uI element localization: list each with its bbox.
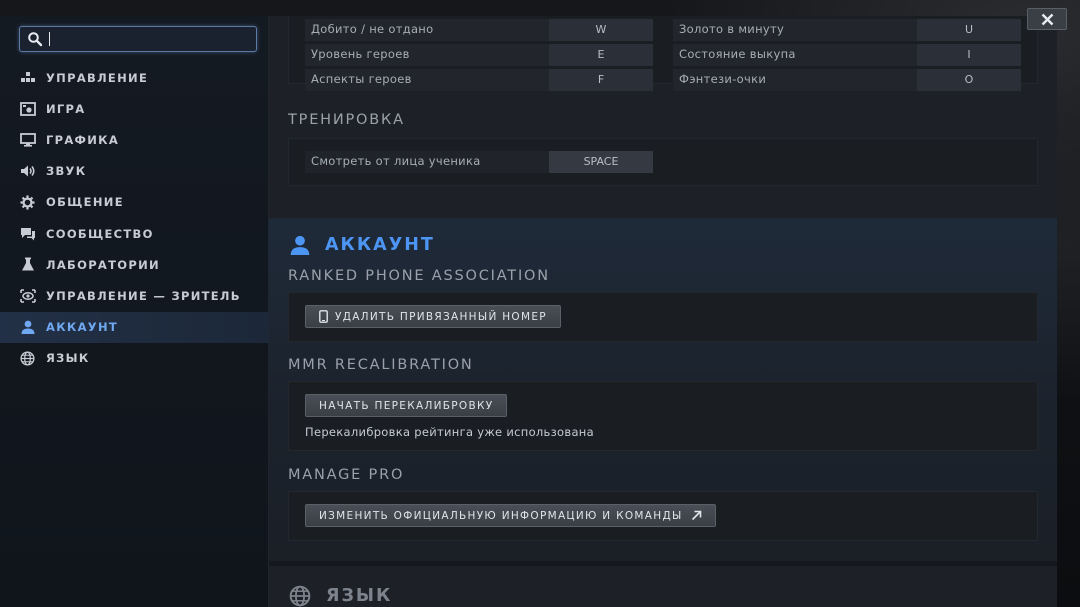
training-section-title: ТРЕНИРОВКА <box>288 112 405 128</box>
keybind-label: Золото в минуту <box>679 22 785 36</box>
settings-nav: УПРАВЛЕНИЕ ИГРА ГРАФИКА ЗВУК ОБЩЕНИЕ СОО… <box>0 62 269 374</box>
manage-pro-title: MANAGE PRO <box>288 467 405 483</box>
ranked-phone-panel: УДАЛИТЬ ПРИВЯЗАННЫЙ НОМЕР <box>288 292 1038 342</box>
sidebar-item-social[interactable]: ОБЩЕНИЕ <box>0 187 269 218</box>
settings-content: Добито / не отдано W Уровень героев E Ас… <box>269 16 1057 607</box>
sidebar-item-label: ЗВУК <box>46 164 87 179</box>
sidebar-item-community[interactable]: СООБЩЕСТВО <box>0 218 269 249</box>
sidebar-item-label: ГРАФИКА <box>46 132 120 147</box>
search-input[interactable] <box>19 26 257 52</box>
account-section: АККАУНТ RANKED PHONE ASSOCIATION УДАЛИТЬ… <box>269 218 1057 561</box>
start-recalibration-button[interactable]: НАЧАТЬ ПЕРЕКАЛИБРОВКУ <box>305 394 508 417</box>
sidebar-item-labs[interactable]: ЛАБОРАТОРИИ <box>0 249 269 280</box>
button-label: УДАЛИТЬ ПРИВЯЗАННЫЙ НОМЕР <box>335 310 547 323</box>
sidebar-item-sound[interactable]: ЗВУК <box>0 156 269 187</box>
external-link-icon <box>691 510 701 521</box>
keybind-label: Аспекты героев <box>311 72 412 86</box>
account-title: АККАУНТ <box>325 235 435 255</box>
keybind-key[interactable]: O <box>917 69 1021 91</box>
remove-phone-button[interactable]: УДАЛИТЬ ПРИВЯЗАННЫЙ НОМЕР <box>305 305 561 328</box>
controls-icon <box>19 69 36 86</box>
language-section-header: ЯЗЫК <box>289 585 392 607</box>
speaker-icon <box>19 163 36 180</box>
keybind-label: Добито / не отдано <box>311 22 434 36</box>
sidebar-item-label: ЯЗЫК <box>46 351 90 366</box>
account-section-header: АККАУНТ <box>290 235 435 255</box>
keybind-label: Уровень героев <box>311 47 410 61</box>
sidebar-item-game[interactable]: ИГРА <box>0 93 269 124</box>
keybind-label: Смотреть от лица ученика <box>311 154 481 168</box>
keybind-row: Состояние выкупа I <box>673 44 1021 66</box>
manage-pro-panel: ИЗМЕНИТЬ ОФИЦИАЛЬНУЮ ИНФОРМАЦИЮ И КОМАНД… <box>288 491 1038 541</box>
settings-sidebar: УПРАВЛЕНИЕ ИГРА ГРАФИКА ЗВУК ОБЩЕНИЕ СОО… <box>0 16 269 607</box>
chat-icon <box>19 225 36 242</box>
ranked-phone-title: RANKED PHONE ASSOCIATION <box>288 268 550 284</box>
hud-keybind-panel: Добито / не отдано W Уровень героев E Ас… <box>288 16 1038 91</box>
keybind-key[interactable]: SPACE <box>549 151 653 173</box>
sidebar-item-label: ИГРА <box>46 101 86 116</box>
recalibration-note: Перекалибровка рейтинга уже использована <box>305 425 594 439</box>
close-icon <box>1041 13 1053 25</box>
flask-icon <box>19 256 36 273</box>
edit-pro-info-button[interactable]: ИЗМЕНИТЬ ОФИЦИАЛЬНУЮ ИНФОРМАЦИЮ И КОМАНД… <box>305 504 716 527</box>
eye-icon <box>19 287 36 304</box>
mmr-panel: НАЧАТЬ ПЕРЕКАЛИБРОВКУ Перекалибровка рей… <box>288 381 1038 451</box>
keybind-key[interactable]: U <box>917 19 1021 41</box>
keybind-row: Уровень героев E <box>305 44 653 66</box>
sidebar-item-label: АККАУНТ <box>46 320 119 335</box>
keybind-row: Аспекты героев F <box>305 69 653 91</box>
keybind-label: Фэнтези-очки <box>679 72 767 86</box>
language-title: ЯЗЫК <box>326 586 393 606</box>
keybind-row: Смотреть от лица ученика SPACE <box>305 151 653 173</box>
sidebar-item-controls[interactable]: УПРАВЛЕНИЕ <box>0 62 269 93</box>
sidebar-item-label: ОБЩЕНИЕ <box>46 195 124 210</box>
user-icon <box>19 319 36 336</box>
keybind-key[interactable]: E <box>549 44 653 66</box>
search-icon <box>28 32 43 47</box>
sidebar-item-label: ЛАБОРАТОРИИ <box>46 257 160 272</box>
keybind-label: Состояние выкупа <box>679 47 796 61</box>
keybind-row: Золото в минуту U <box>673 19 1021 41</box>
gear-icon <box>19 194 36 211</box>
sidebar-item-label: УПРАВЛЕНИЕ <box>46 70 149 85</box>
globe-icon <box>289 585 311 607</box>
keybind-key[interactable]: I <box>917 44 1021 66</box>
monitor-icon <box>19 131 36 148</box>
keybind-row: Добито / не отдано W <box>305 19 653 41</box>
training-panel: Смотреть от лица ученика SPACE <box>288 138 1038 186</box>
button-label: НАЧАТЬ ПЕРЕКАЛИБРОВКУ <box>319 399 494 412</box>
keybind-row: Фэнтези-очки O <box>673 69 1021 91</box>
text-caret <box>49 32 50 46</box>
close-button[interactable] <box>1027 8 1067 30</box>
phone-icon <box>319 310 328 323</box>
sidebar-item-account[interactable]: АККАУНТ <box>0 311 269 343</box>
keybind-key[interactable]: W <box>549 19 653 41</box>
mmr-title: MMR RECALIBRATION <box>288 357 474 373</box>
globe-icon <box>19 350 36 367</box>
sidebar-item-language[interactable]: ЯЗЫК <box>0 343 269 374</box>
sidebar-item-label: УПРАВЛЕНИЕ — ЗРИТЕЛЬ <box>46 288 241 303</box>
user-icon <box>290 235 310 255</box>
button-label: ИЗМЕНИТЬ ОФИЦИАЛЬНУЮ ИНФОРМАЦИЮ И КОМАНД… <box>319 509 683 522</box>
section-divider <box>269 561 1057 566</box>
sidebar-item-spectator[interactable]: УПРАВЛЕНИЕ — ЗРИТЕЛЬ <box>0 280 269 311</box>
game-icon <box>19 100 36 117</box>
keybind-key[interactable]: F <box>549 69 653 91</box>
sidebar-item-graphics[interactable]: ГРАФИКА <box>0 124 269 155</box>
sidebar-item-label: СООБЩЕСТВО <box>46 226 154 241</box>
